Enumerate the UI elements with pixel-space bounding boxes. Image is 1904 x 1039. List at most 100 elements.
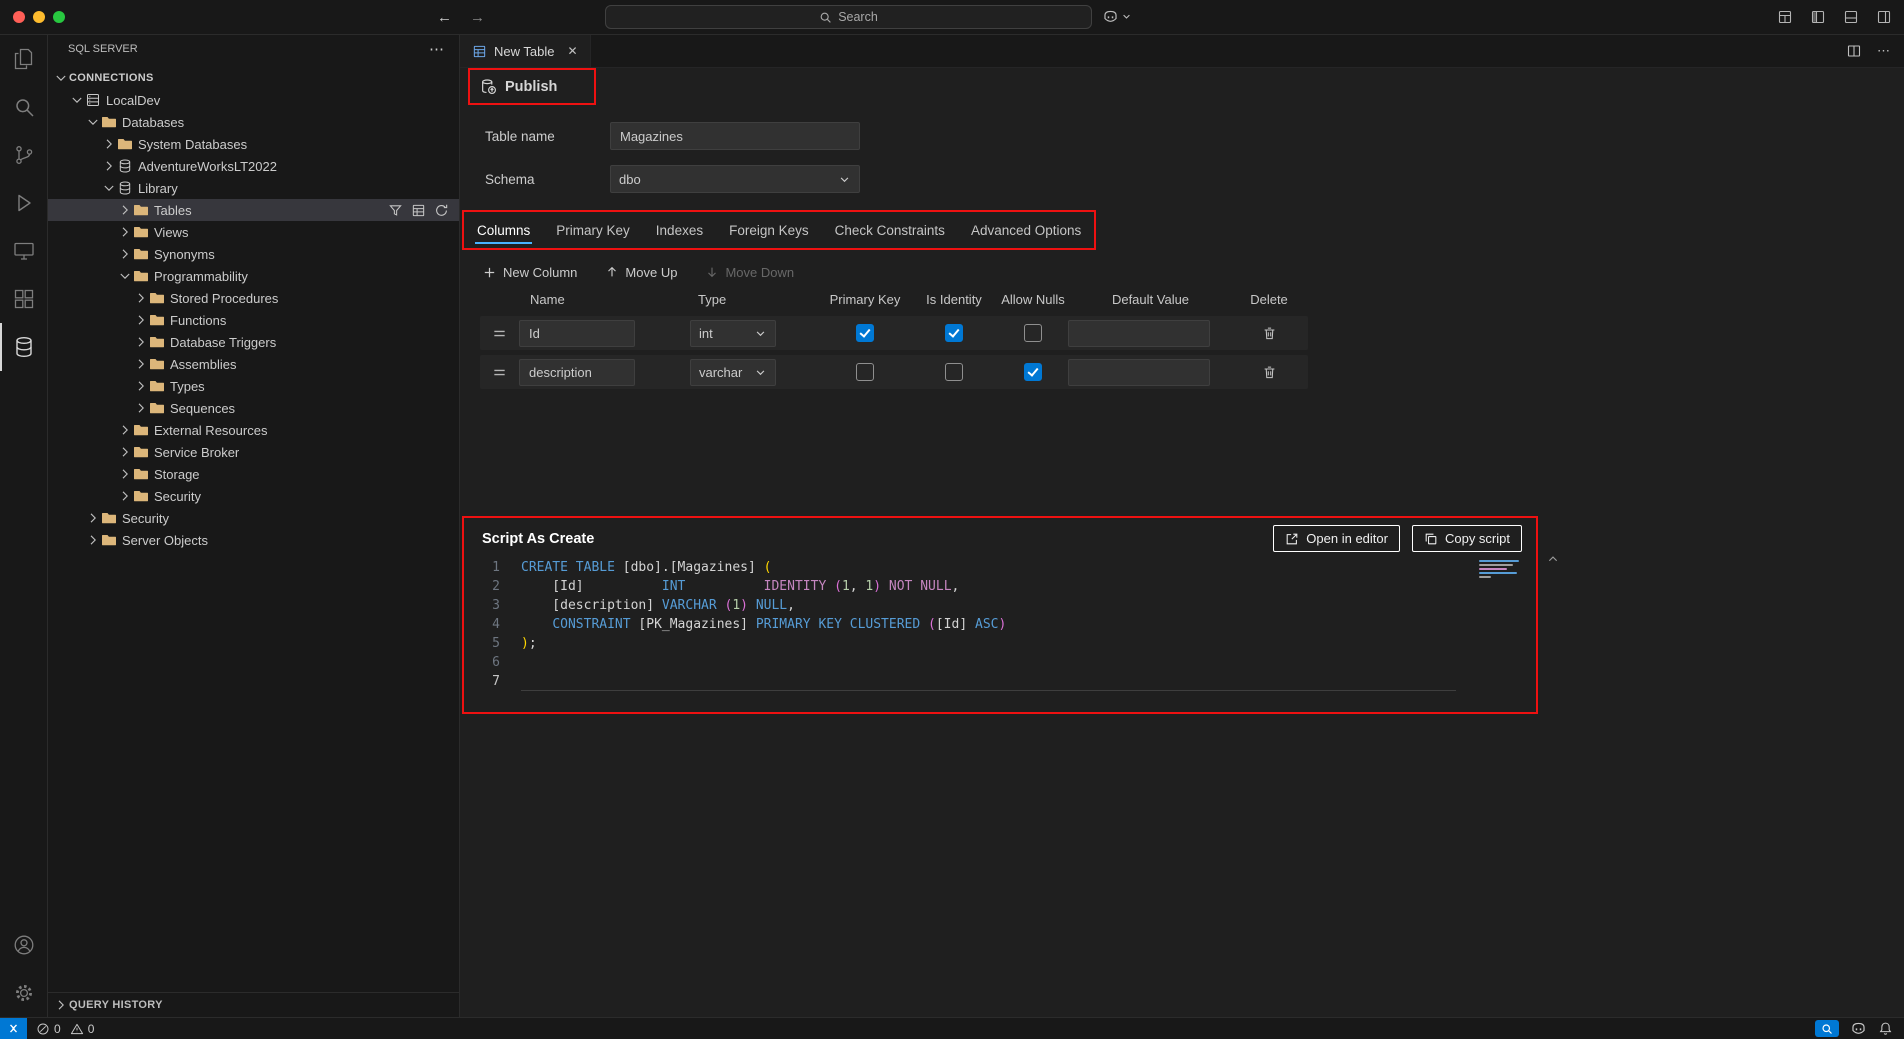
chevron-down-icon [838,173,851,186]
activity-run-debug-icon[interactable] [0,179,47,227]
allow-nulls-checkbox[interactable] [1024,363,1042,381]
tree-item-types[interactable]: Types [48,375,459,397]
editor-more-actions-icon[interactable]: ⋯ [1877,43,1890,59]
bell-icon[interactable] [1878,1021,1893,1036]
tree-item-views[interactable]: Views [48,221,459,243]
tree-item-synonyms[interactable]: Synonyms [48,243,459,265]
column-type-select[interactable]: varchar [690,359,776,386]
tree-item-security[interactable]: Security [48,507,459,529]
title-bar: ← → Search [0,0,1904,35]
tree-item-storage[interactable]: Storage [48,463,459,485]
table-icon[interactable] [411,203,426,218]
column-name-input[interactable] [519,320,635,347]
search-input[interactable]: Search [605,5,1092,29]
chevron-right-icon [132,290,149,306]
copy-script-button[interactable]: Copy script [1412,525,1522,552]
publish-label: Publish [505,79,557,95]
default-value-input[interactable] [1068,359,1210,386]
close-window-button[interactable] [13,11,25,23]
column-name-input[interactable] [519,359,635,386]
query-history-label: QUERY HISTORY [69,999,163,1011]
tree-item-server-objects[interactable]: Server Objects [48,529,459,551]
remote-indicator[interactable] [0,1018,27,1039]
copilot-menu-button[interactable] [1102,8,1132,25]
drag-handle-icon[interactable] [480,326,518,341]
designer-tab-primary-key[interactable]: Primary Key [543,212,643,248]
tree-item-connections[interactable]: CONNECTIONS [48,67,459,89]
copilot-icon [1102,8,1119,25]
forward-button[interactable]: → [470,9,485,26]
default-value-input[interactable] [1068,320,1210,347]
filter-icon[interactable] [388,203,403,218]
tree-item-databases[interactable]: Databases [48,111,459,133]
activity-extensions-icon[interactable] [0,275,47,323]
close-tab-icon[interactable]: ✕ [567,44,577,58]
folder-icon [149,290,170,306]
back-button[interactable]: ← [437,9,452,26]
drag-handle-icon[interactable] [480,365,518,380]
primary-key-checkbox[interactable] [856,363,874,381]
activity-settings-gear-icon[interactable] [0,969,47,1017]
tree-item-system-databases[interactable]: System Databases [48,133,459,155]
layout-panel-icon[interactable] [1843,9,1859,25]
more-actions-icon[interactable]: ⋯ [429,40,445,58]
tab-new-table[interactable]: New Table ✕ [460,35,591,67]
search-icon [819,11,832,24]
refresh-icon[interactable] [434,203,449,218]
is-identity-checkbox[interactable] [945,363,963,381]
tree-item-stored-procedures[interactable]: Stored Procedures [48,287,459,309]
tree-item-sequences[interactable]: Sequences [48,397,459,419]
is-identity-checkbox[interactable] [945,324,963,342]
copilot-status-icon[interactable] [1850,1020,1867,1037]
minimize-window-button[interactable] [33,11,45,23]
grid-header-allow-nulls: Allow Nulls [998,292,1068,307]
tree-item-external-resources[interactable]: External Resources [48,419,459,441]
layout-sidebar-left-icon[interactable] [1810,9,1826,25]
activity-remote-explorer-icon[interactable] [0,227,47,275]
tree-item-localdev[interactable]: LocalDev [48,89,459,111]
move-up-button[interactable]: Move Up [605,265,677,280]
tree-item-library[interactable]: Library [48,177,459,199]
open-external-icon [1285,532,1299,546]
new-column-button[interactable]: New Column [482,265,577,280]
layout-sidebar-right-icon[interactable] [1876,9,1892,25]
table-name-input[interactable] [610,122,860,150]
zoom-window-button[interactable] [53,11,65,23]
chevron-right-icon [116,488,133,504]
designer-tab-foreign-keys[interactable]: Foreign Keys [716,212,822,248]
tree-item-functions[interactable]: Functions [48,309,459,331]
chevron-right-icon [132,400,149,416]
designer-tab-advanced-options[interactable]: Advanced Options [958,212,1094,248]
folder-icon [101,114,122,130]
tree-item-programmability[interactable]: Programmability [48,265,459,287]
search-placeholder: Search [838,10,878,24]
activity-explorer-icon[interactable] [0,35,47,83]
schema-select[interactable]: dbo [610,165,860,193]
trash-icon[interactable] [1233,365,1305,380]
tree-item-assemblies[interactable]: Assemblies [48,353,459,375]
column-type-select[interactable]: int [690,320,776,347]
designer-tab-columns[interactable]: Columns [464,212,543,248]
open-in-editor-button[interactable]: Open in editor [1273,525,1400,552]
tree-item-service-broker[interactable]: Service Broker [48,441,459,463]
primary-key-checkbox[interactable] [856,324,874,342]
split-editor-icon[interactable] [1846,43,1862,59]
activity-account-icon[interactable] [0,921,47,969]
zoom-indicator[interactable] [1815,1020,1839,1037]
chevron-up-icon[interactable] [1546,552,1560,566]
activity-source-control-icon[interactable] [0,131,47,179]
problems-status[interactable]: 0 0 [36,1022,99,1036]
designer-tab-indexes[interactable]: Indexes [643,212,716,248]
tree-item-tables[interactable]: Tables [48,199,459,221]
activity-sql-server-icon[interactable] [0,323,47,371]
activity-search-icon[interactable] [0,83,47,131]
publish-button[interactable]: Publish [470,78,557,95]
tree-item-database-triggers[interactable]: Database Triggers [48,331,459,353]
tree-item-security[interactable]: Security [48,485,459,507]
layout-grid-icon[interactable] [1777,9,1793,25]
designer-tab-check-constraints[interactable]: Check Constraints [822,212,958,248]
query-history-section[interactable]: QUERY HISTORY [48,992,459,1017]
trash-icon[interactable] [1233,326,1305,341]
tree-item-adventureworkslt2022[interactable]: AdventureWorksLT2022 [48,155,459,177]
allow-nulls-checkbox[interactable] [1024,324,1042,342]
